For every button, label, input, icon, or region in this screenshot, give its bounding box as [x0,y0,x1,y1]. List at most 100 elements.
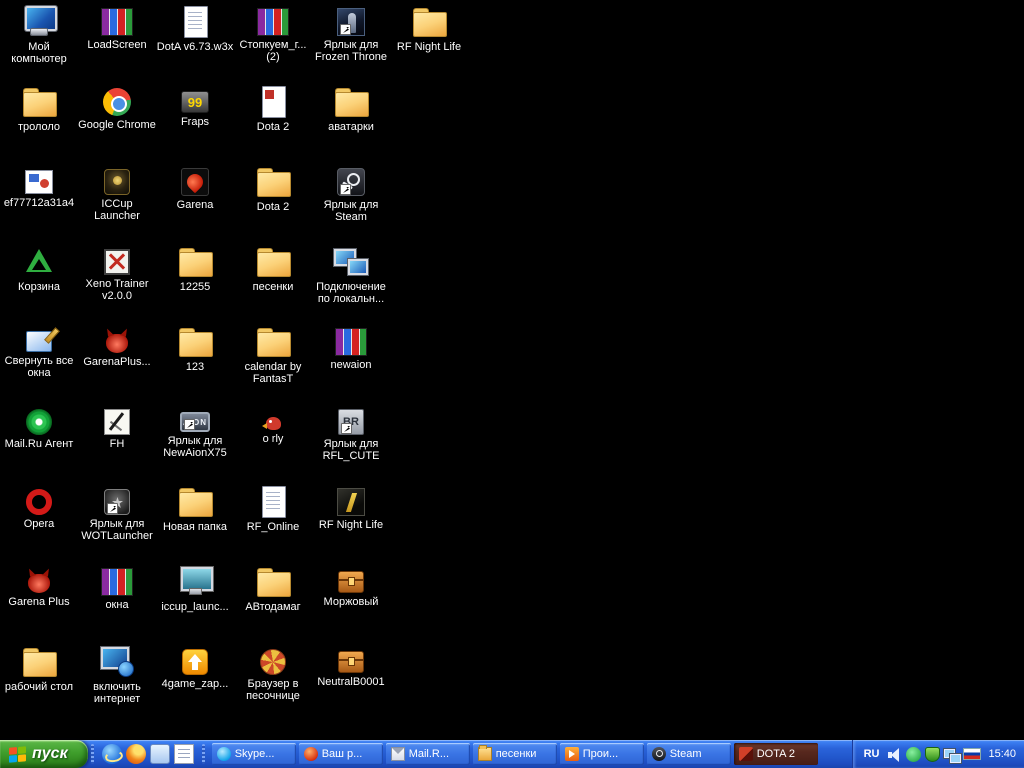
doc-icon [177,6,213,38]
desktop-icon-label: Браузер в песочнице [246,678,300,702]
desktop-icon-label: АВтодамаг [245,601,301,613]
windows-logo-pane [18,745,26,754]
desktop-icon-label: Garena Plus [8,596,70,608]
desktop-icon-подключение-по-локальн[interactable]: Подключение по локальн... [312,246,390,305]
desktop-icon-xeno-trainer-v2-0-0[interactable]: Xeno Trainer v2.0.0 [78,246,156,302]
desktop-icon-12255[interactable]: 12255 [156,246,234,293]
sandbox-icon [260,649,286,675]
devil-icon [106,334,128,353]
desktop-icon-4game-zap[interactable]: 4game_zap... [156,646,234,690]
taskbar-button-mail-r[interactable]: Mail.R... [385,743,470,765]
player-icon [564,747,579,761]
folder-icon [177,246,213,278]
devil-icon [28,574,50,593]
desktop-icon-label: RF Night Life [396,41,462,53]
media-player-icon[interactable] [149,744,170,764]
desktop-icon-окна[interactable]: окна [78,566,156,611]
desktop-icon-iccup-launc[interactable]: iccup_launc... [156,566,234,613]
desktop-icon-ef77712a31a4[interactable]: ef77712a31a4 [0,166,78,209]
folder-icon [477,745,492,761]
volume-icon[interactable] [887,747,902,762]
desktop-icon-newaion[interactable]: newaion [312,326,390,371]
desktop-icon-label: Fraps [180,116,210,128]
clock[interactable]: 15:40 [988,748,1016,760]
desktop-icon-dota-2[interactable]: Dota 2 [234,166,312,213]
desktop-icon-fraps[interactable]: 99 Fraps [156,86,234,128]
language-indicator[interactable]: RU [861,747,883,761]
folder-icon [333,86,369,118]
screen: Мой компьютер LoadScreen DotA v6.73.w3x Сто… [0,0,1024,768]
desktop-icon-ярлык-для-newaionx75[interactable]: AION Ярлык для NewAionX75 [156,406,234,459]
shortcut-arrow-icon [107,503,118,514]
desktop-icon-label: рабочий стол [4,681,74,693]
desktop-icon-label: Google Chrome [78,119,156,131]
desktop-icon-label: Ярлык для Steam [323,199,379,223]
antivirus-shield-icon[interactable] [925,746,941,762]
taskbar-button-песенки[interactable]: песенки [472,743,557,765]
desktop-icon-ярлык-для-wotlauncher[interactable]: Ярлык для WOTLauncher [78,486,156,542]
internet-explorer-icon[interactable] [101,744,122,764]
desktop-icon-garena-plus[interactable]: Garena Plus [0,566,78,608]
iccup2-icon [177,566,213,598]
folder-icon [21,646,57,678]
netpc-icon [99,646,135,678]
firefox-icon[interactable] [125,744,146,764]
desktop-icon-label: Новая папка [162,521,228,533]
desktop-icon-мой-компьютер[interactable]: Мой компьютер [0,6,78,65]
desktop-icon-label: Mail.Ru Агент [4,438,74,450]
taskbar-button-skype[interactable]: Skype... [211,743,296,765]
desktop-icon-label: Свернуть все окна [4,355,74,379]
desktop-icon-123[interactable]: 123 [156,326,234,373]
desktop-icon-автодамаг[interactable]: АВтодамаг [234,566,312,613]
desktop-icon-iccup-launcher[interactable]: ICCup Launcher [78,166,156,222]
shortcut-arrow-icon [341,423,352,434]
desktop-icon-label: Dota 2 [256,121,290,133]
taskbar-button-ваш-р[interactable]: Ваш р... [298,743,383,765]
desktop-icon-браузер-в-песочнице[interactable]: Браузер в песочнице [234,646,312,702]
desktop-icon-google-chrome[interactable]: Google Chrome [78,86,156,131]
desktop-icon-loadscreen[interactable]: LoadScreen [78,6,156,51]
desktop-icon-rf-night-life[interactable]: RF Night Life [390,6,468,53]
mailru-agent-tray-icon[interactable] [906,746,922,762]
desktop-icon-новая-папка[interactable]: Новая папка [156,486,234,533]
desktop-icon-dota-2[interactable]: Dota 2 [234,86,312,133]
taskbar-button-dota-2[interactable]: DOTA 2 [733,743,818,765]
chest-icon [338,571,364,593]
taskbar-button-прои[interactable]: Прои... [559,743,644,765]
desktop-icon-neutralb0001[interactable]: NeutralB0001 [312,646,390,688]
desktop: Мой компьютер LoadScreen DotA v6.73.w3x Сто… [0,0,1024,740]
network-status-icon[interactable] [944,747,962,763]
desktop-icon-rf-online[interactable]: RF_Online [234,486,312,533]
desktop-icon-rf-night-life[interactable]: RF Night Life [312,486,390,531]
desktop-icon-стопкуем-г-2[interactable]: Стопкуем_г... (2) [234,6,312,63]
desktop-icon-трололо[interactable]: трололо [0,86,78,133]
desktop-icon-ярлык-для-rfl-cute[interactable]: BR Ярлык для RFL_CUTE [312,406,390,462]
desktop-icon-mail-ru-агент[interactable]: Mail.Ru Агент [0,406,78,450]
desktop-icon-включить-интернет[interactable]: включить интернет [78,646,156,705]
desktop-icon-корзина[interactable]: Корзина [0,246,78,293]
desktop-icon-garenaplus[interactable]: GarenaPlus... [78,326,156,368]
taskbar-button-label: Skype... [234,748,275,760]
quick-launch-bar [97,740,199,768]
desktop-icon-o-rly[interactable]: o rly [234,406,312,445]
desktop-icon-свернуть-все-окна[interactable]: Свернуть все окна [0,326,78,379]
desktop-icon-garena[interactable]: Garena [156,166,234,211]
desktop-icon-fh[interactable]: FH [78,406,156,450]
russian-flag-icon[interactable] [963,748,982,760]
notes-icon[interactable] [173,744,194,764]
desktop-icon-песенки[interactable]: песенки [234,246,312,293]
mail-icon [390,747,405,761]
desktop-icon-аватарки[interactable]: аватарки [312,86,390,133]
start-button[interactable]: пуск [0,740,88,768]
desktop-icon-calendar-by-fantast[interactable]: calendar by FantasT [234,326,312,385]
folder-icon [177,326,213,358]
desktop-icon-моржовый[interactable]: Моржовый [312,566,390,608]
desktop-icon-label: ef77712a31a4 [3,197,75,209]
desktop-icon-ярлык-для-frozen-throne[interactable]: Ярлык для Frozen Throne [312,6,390,63]
desktop-icon-ярлык-для-steam[interactable]: Ярлык для Steam [312,166,390,223]
desktop-icon-opera[interactable]: Opera [0,486,78,530]
taskbar-button-steam[interactable]: Steam [646,743,731,765]
desktop-icon-рабочий-стол[interactable]: рабочий стол [0,646,78,693]
steam-icon [337,168,365,196]
desktop-icon-dota-v6-73-w3x[interactable]: DotA v6.73.w3x [156,6,234,53]
